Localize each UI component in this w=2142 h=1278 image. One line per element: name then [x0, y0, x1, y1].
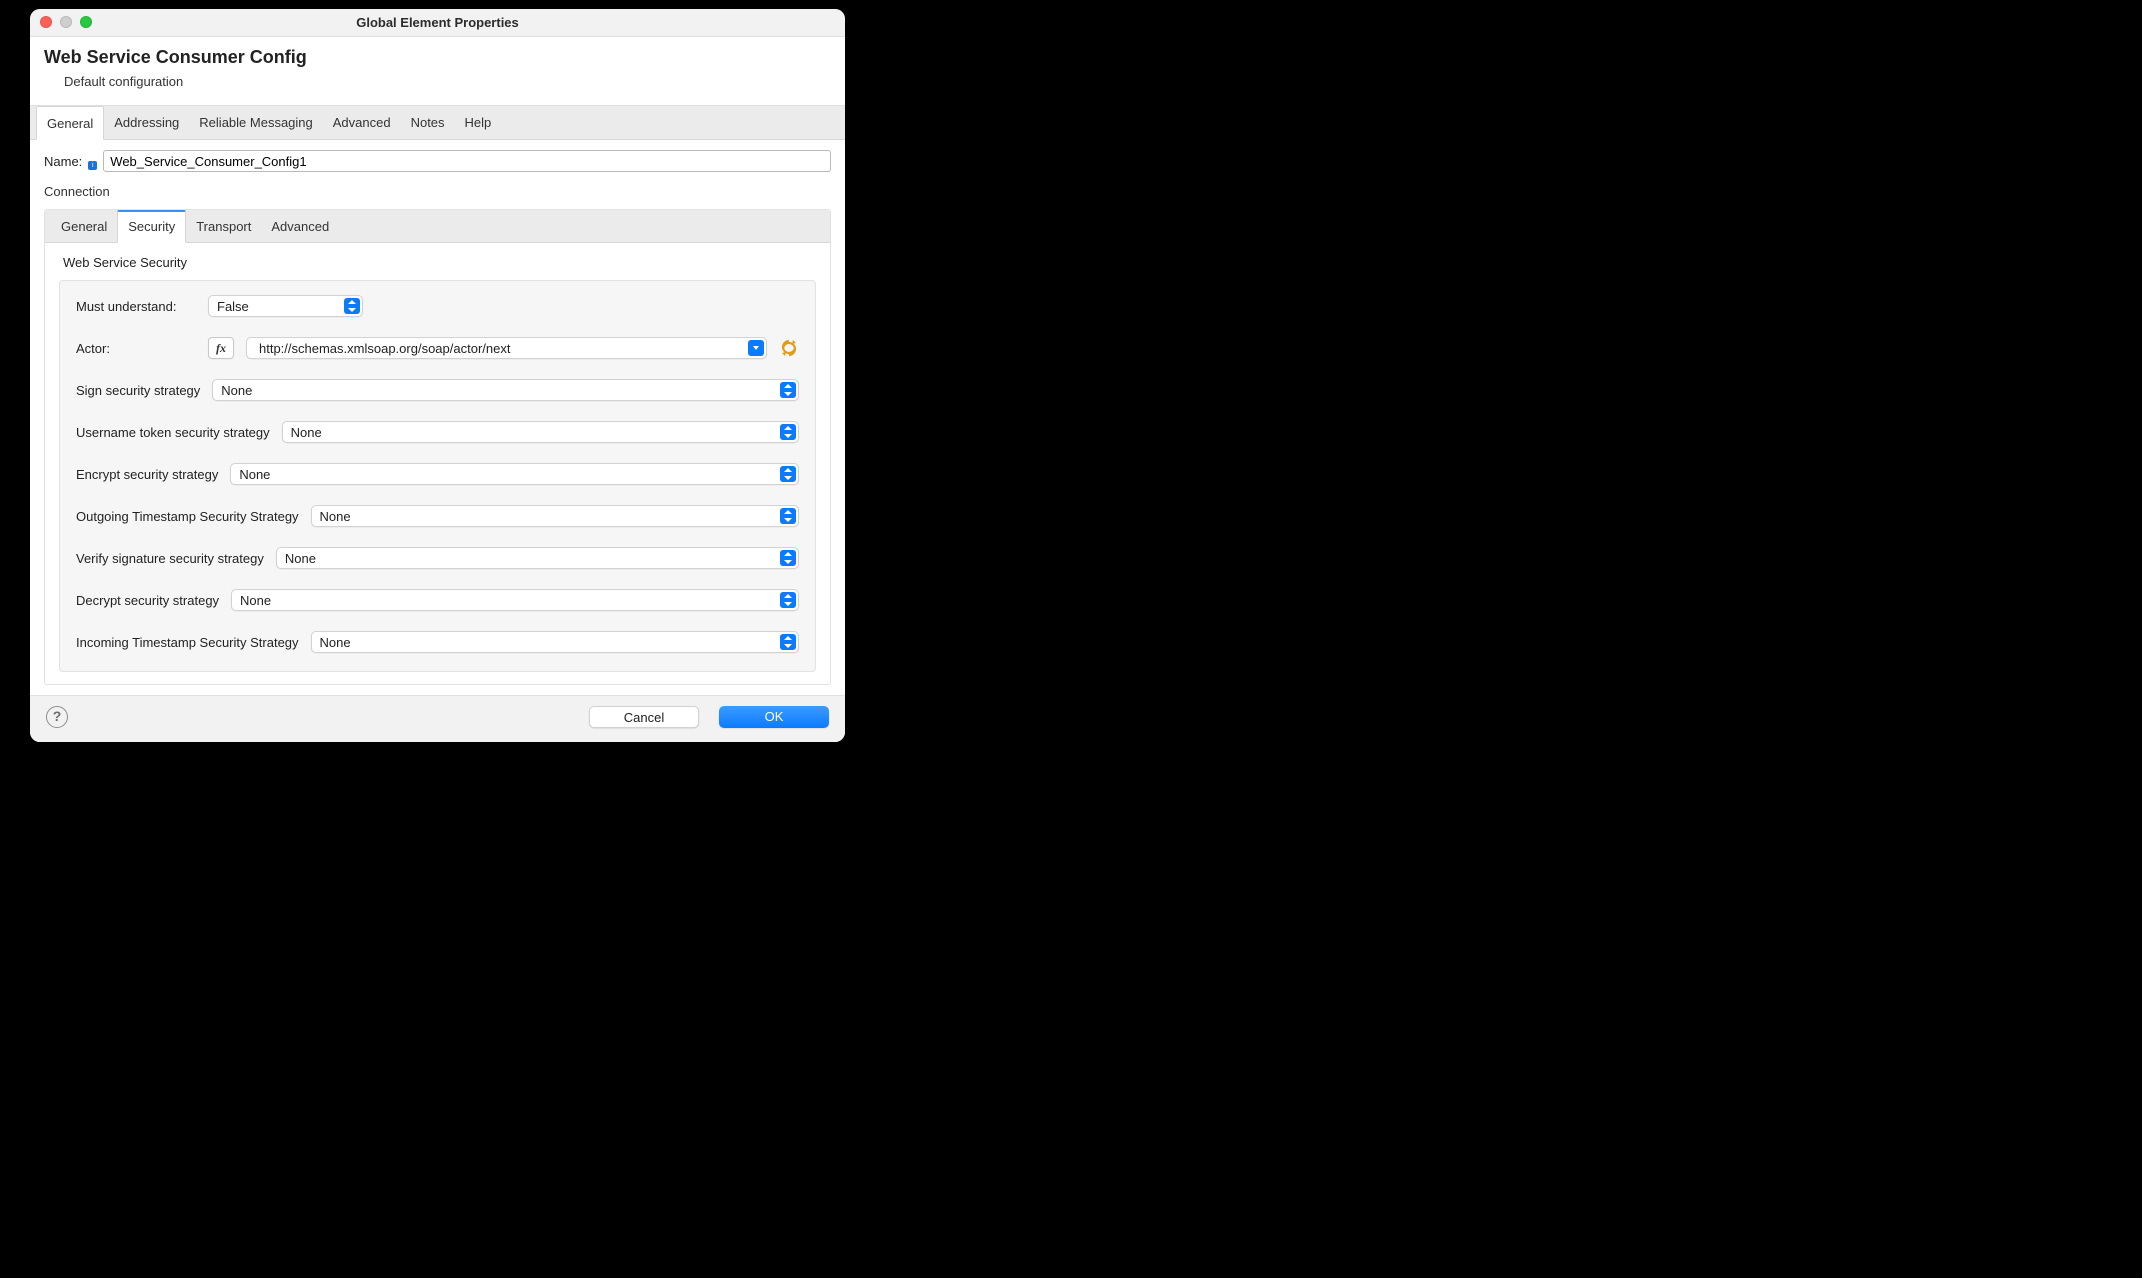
window-controls: [40, 16, 92, 28]
name-label: Name:: [44, 154, 82, 169]
actor-combo[interactable]: http://schemas.xmlsoap.org/soap/actor/ne…: [246, 337, 767, 359]
select-must-understand[interactable]: False: [208, 295, 363, 317]
row-decrypt: Decrypt security strategy None: [76, 589, 799, 611]
tab-help[interactable]: Help: [455, 106, 502, 139]
conn-tab-security[interactable]: Security: [117, 210, 186, 243]
row-in-ts: Incoming Timestamp Security Strategy Non…: [76, 631, 799, 653]
chevron-updown-icon: [780, 550, 796, 566]
select-decrypt[interactable]: None: [231, 589, 799, 611]
label-out-ts: Outgoing Timestamp Security Strategy: [76, 509, 299, 524]
select-out-ts[interactable]: None: [311, 505, 799, 527]
select-out-ts-value: None: [320, 509, 351, 524]
label-sign: Sign security strategy: [76, 383, 200, 398]
select-decrypt-value: None: [240, 593, 271, 608]
page-title: Web Service Consumer Config: [44, 47, 831, 68]
conn-tab-advanced[interactable]: Advanced: [261, 210, 339, 242]
row-encrypt: Encrypt security strategy None: [76, 463, 799, 485]
body: Name: i Connection General Security Tran…: [30, 140, 845, 685]
label-must-understand: Must understand:: [76, 299, 196, 314]
name-row: Name: i: [44, 150, 831, 172]
tab-general[interactable]: General: [36, 106, 104, 140]
info-icon: i: [88, 161, 97, 170]
select-username[interactable]: None: [282, 421, 799, 443]
row-actor: Actor: fx http://schemas.xmlsoap.org/soa…: [76, 337, 799, 359]
fx-button[interactable]: fx: [208, 337, 234, 359]
help-button[interactable]: ?: [46, 706, 68, 728]
row-out-ts: Outgoing Timestamp Security Strategy Non…: [76, 505, 799, 527]
label-in-ts: Incoming Timestamp Security Strategy: [76, 635, 299, 650]
page-subtitle: Default configuration: [64, 74, 831, 89]
footer: ? Cancel OK: [30, 695, 845, 742]
titlebar: Global Element Properties: [30, 9, 845, 37]
chevron-updown-icon: [344, 298, 360, 314]
minimize-icon: [60, 16, 72, 28]
connection-tabbar: General Security Transport Advanced: [45, 210, 830, 243]
select-encrypt-value: None: [239, 467, 270, 482]
window-title: Global Element Properties: [30, 9, 845, 37]
connection-label: Connection: [44, 184, 831, 199]
row-must-understand: Must understand: False: [76, 295, 799, 317]
tab-advanced[interactable]: Advanced: [323, 106, 401, 139]
chevron-updown-icon: [780, 466, 796, 482]
select-encrypt[interactable]: None: [230, 463, 799, 485]
chevron-down-icon: [748, 340, 764, 356]
select-in-ts[interactable]: None: [311, 631, 799, 653]
tab-reliable-messaging[interactable]: Reliable Messaging: [189, 106, 322, 139]
refresh-icon[interactable]: [779, 338, 799, 358]
cancel-button[interactable]: Cancel: [589, 706, 699, 728]
tab-addressing[interactable]: Addressing: [104, 106, 189, 139]
chevron-updown-icon: [780, 634, 796, 650]
row-sign: Sign security strategy None: [76, 379, 799, 401]
close-icon[interactable]: [40, 16, 52, 28]
chevron-updown-icon: [780, 508, 796, 524]
footer-buttons: Cancel OK: [589, 706, 829, 728]
label-decrypt: Decrypt security strategy: [76, 593, 219, 608]
label-encrypt: Encrypt security strategy: [76, 467, 218, 482]
actor-value: http://schemas.xmlsoap.org/soap/actor/ne…: [259, 341, 510, 356]
label-actor: Actor:: [76, 341, 196, 356]
name-input[interactable]: [103, 150, 831, 172]
label-verify: Verify signature security strategy: [76, 551, 264, 566]
security-fields: Must understand: False Actor: fx http://…: [59, 280, 816, 672]
chevron-updown-icon: [780, 424, 796, 440]
select-sign-value: None: [221, 383, 252, 398]
select-must-understand-value: False: [217, 299, 249, 314]
connection-panel: General Security Transport Advanced Web …: [44, 209, 831, 685]
ok-button[interactable]: OK: [719, 706, 829, 728]
main-tabbar: General Addressing Reliable Messaging Ad…: [30, 105, 845, 140]
select-username-value: None: [291, 425, 322, 440]
row-verify: Verify signature security strategy None: [76, 547, 799, 569]
select-in-ts-value: None: [320, 635, 351, 650]
chevron-updown-icon: [780, 382, 796, 398]
security-group-label: Web Service Security: [63, 255, 816, 270]
security-panel: Web Service Security Must understand: Fa…: [45, 243, 830, 684]
zoom-icon[interactable]: [80, 16, 92, 28]
select-verify-value: None: [285, 551, 316, 566]
conn-tab-general[interactable]: General: [51, 210, 117, 242]
select-sign[interactable]: None: [212, 379, 799, 401]
label-username: Username token security strategy: [76, 425, 270, 440]
row-username: Username token security strategy None: [76, 421, 799, 443]
tab-notes[interactable]: Notes: [401, 106, 455, 139]
select-verify[interactable]: None: [276, 547, 799, 569]
chevron-updown-icon: [780, 592, 796, 608]
header: Web Service Consumer Config Default conf…: [30, 37, 845, 105]
conn-tab-transport[interactable]: Transport: [186, 210, 261, 242]
dialog-window: Global Element Properties Web Service Co…: [30, 9, 845, 742]
